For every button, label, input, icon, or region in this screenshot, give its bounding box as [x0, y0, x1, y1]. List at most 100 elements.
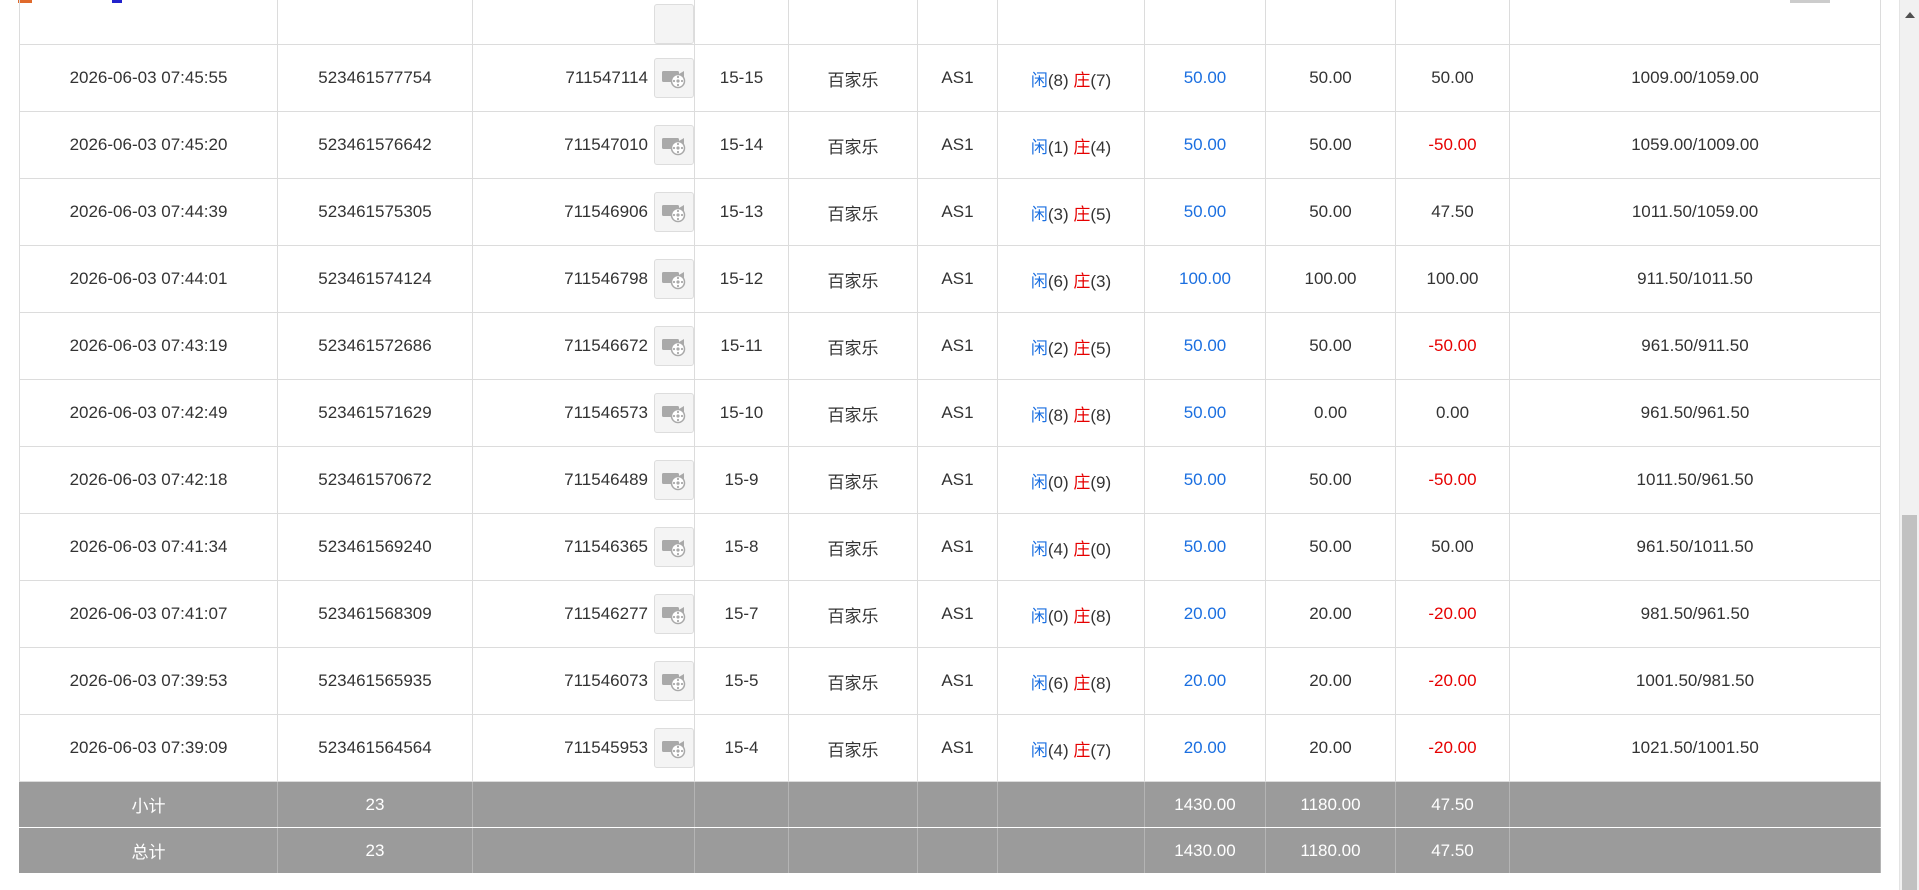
- cell-empty: [19, 0, 278, 45]
- game-type: 百家乐: [788, 714, 918, 782]
- banker-points: (9): [1090, 472, 1112, 492]
- video-replay-button[interactable]: [654, 4, 694, 44]
- video-replay-icon: [662, 138, 686, 156]
- valid-bet: 20.00: [1265, 714, 1396, 782]
- cell-empty: [472, 781, 695, 828]
- subtotal-count: 23: [277, 781, 473, 828]
- bet-time: 2026-06-03 07:44:39: [19, 178, 278, 246]
- cell-empty: [277, 0, 473, 45]
- video-replay-button[interactable]: [654, 393, 694, 433]
- table-row: 2026-06-03 07:45:55 523461577754 7115471…: [19, 44, 1881, 112]
- banker-label: 庄: [1073, 338, 1091, 358]
- cell-empty: [694, 781, 789, 828]
- balance-change: 911.50/1011.50: [1509, 245, 1881, 313]
- scrollbar-thumb[interactable]: [1902, 515, 1917, 890]
- scroll-up-arrow-icon[interactable]: [1905, 12, 1915, 18]
- valid-bet: 50.00: [1265, 446, 1396, 514]
- valid-bet: 50.00: [1265, 513, 1396, 581]
- table-row: 2026-06-03 07:41:07 523461568309 7115462…: [19, 580, 1881, 648]
- cell-empty: [1509, 0, 1881, 45]
- total-row: 总计 23 1430.00 1180.00 47.50: [19, 827, 1881, 874]
- balance-change: 1059.00/1009.00: [1509, 111, 1881, 179]
- shoe-round: 15-5: [694, 647, 789, 715]
- page: 2026-06-03 07:45:55 523461577754 7115471…: [0, 0, 1919, 890]
- banker-points: (5): [1090, 204, 1112, 224]
- shoe-round: 15-15: [694, 44, 789, 112]
- banker-points: (7): [1090, 70, 1112, 90]
- banker-points: (8): [1090, 606, 1112, 626]
- shoe-round: 15-7: [694, 580, 789, 648]
- cell-empty: [694, 0, 789, 45]
- bet-id: 523461572686: [277, 312, 473, 380]
- records-body: 2026-06-03 07:45:55 523461577754 7115471…: [19, 0, 1881, 874]
- table-row: 2026-06-03 07:39:09 523461564564 7115459…: [19, 714, 1881, 782]
- cell-empty: [1144, 0, 1266, 45]
- video-replay-button[interactable]: [654, 527, 694, 567]
- total-count: 23: [277, 827, 473, 874]
- game-type: 百家乐: [788, 312, 918, 380]
- player-points: (0): [1047, 472, 1069, 492]
- bet-time: 2026-06-03 07:41:34: [19, 513, 278, 581]
- game-result: 闲(3) 庄(5): [997, 178, 1145, 246]
- total-winloss: 47.50: [1395, 827, 1510, 874]
- cell-empty: [997, 781, 1145, 828]
- video-replay-button[interactable]: [654, 259, 694, 299]
- player-points: (2): [1047, 338, 1069, 358]
- video-replay-button[interactable]: [654, 125, 694, 165]
- bet-time: 2026-06-03 07:39:09: [19, 714, 278, 782]
- banker-label: 庄: [1073, 70, 1091, 90]
- video-replay-button[interactable]: [654, 58, 694, 98]
- table-code: AS1: [917, 580, 998, 648]
- table-code: AS1: [917, 379, 998, 447]
- subtotal-bet: 1430.00: [1144, 781, 1266, 828]
- player-label: 闲: [1030, 271, 1048, 291]
- round-id: 711546573: [564, 403, 648, 422]
- video-replay-button[interactable]: [654, 460, 694, 500]
- banker-label: 庄: [1073, 472, 1091, 492]
- vertical-scrollbar[interactable]: [1899, 0, 1919, 890]
- video-replay-button[interactable]: [654, 594, 694, 634]
- table-code: AS1: [917, 44, 998, 112]
- game-result: 闲(2) 庄(5): [997, 312, 1145, 380]
- game-type: 百家乐: [788, 379, 918, 447]
- bet-id: 523461564564: [277, 714, 473, 782]
- valid-bet: 50.00: [1265, 44, 1396, 112]
- game-type: 百家乐: [788, 178, 918, 246]
- banker-points: (8): [1090, 673, 1112, 693]
- player-points: (0): [1047, 606, 1069, 626]
- subtotal-valid: 1180.00: [1265, 781, 1396, 828]
- video-replay-button[interactable]: [654, 728, 694, 768]
- banker-label: 庄: [1073, 740, 1091, 760]
- banker-label: 庄: [1073, 606, 1091, 626]
- banker-label: 庄: [1073, 405, 1091, 425]
- shoe-round: 15-13: [694, 178, 789, 246]
- table-code: AS1: [917, 178, 998, 246]
- bet-amount: 20.00: [1144, 647, 1266, 715]
- game-type: 百家乐: [788, 580, 918, 648]
- table-row: 2026-06-03 07:41:34 523461569240 7115463…: [19, 513, 1881, 581]
- bet-time: 2026-06-03 07:39:53: [19, 647, 278, 715]
- table-row-partial: [19, 0, 1881, 45]
- shoe-round: 15-4: [694, 714, 789, 782]
- table-code: AS1: [917, 513, 998, 581]
- video-replay-icon: [662, 339, 686, 357]
- round-cell: 711547010: [472, 111, 695, 179]
- bet-time: 2026-06-03 07:44:01: [19, 245, 278, 313]
- win-loss: -20.00: [1395, 714, 1510, 782]
- bet-id: 523461570672: [277, 446, 473, 514]
- bet-time: 2026-06-03 07:41:07: [19, 580, 278, 648]
- balance-change: 981.50/961.50: [1509, 580, 1881, 648]
- video-replay-button[interactable]: [654, 192, 694, 232]
- cell-empty: [472, 827, 695, 874]
- total-valid: 1180.00: [1265, 827, 1396, 874]
- win-loss: -50.00: [1395, 446, 1510, 514]
- video-replay-button[interactable]: [654, 326, 694, 366]
- bet-amount: 20.00: [1144, 714, 1266, 782]
- round-cell: [472, 0, 695, 45]
- round-id: 711546906: [564, 202, 648, 221]
- balance-change: 1011.50/1059.00: [1509, 178, 1881, 246]
- video-replay-button[interactable]: [654, 661, 694, 701]
- video-replay-icon: [662, 205, 686, 223]
- valid-bet: 100.00: [1265, 245, 1396, 313]
- cell-empty: [1265, 0, 1396, 45]
